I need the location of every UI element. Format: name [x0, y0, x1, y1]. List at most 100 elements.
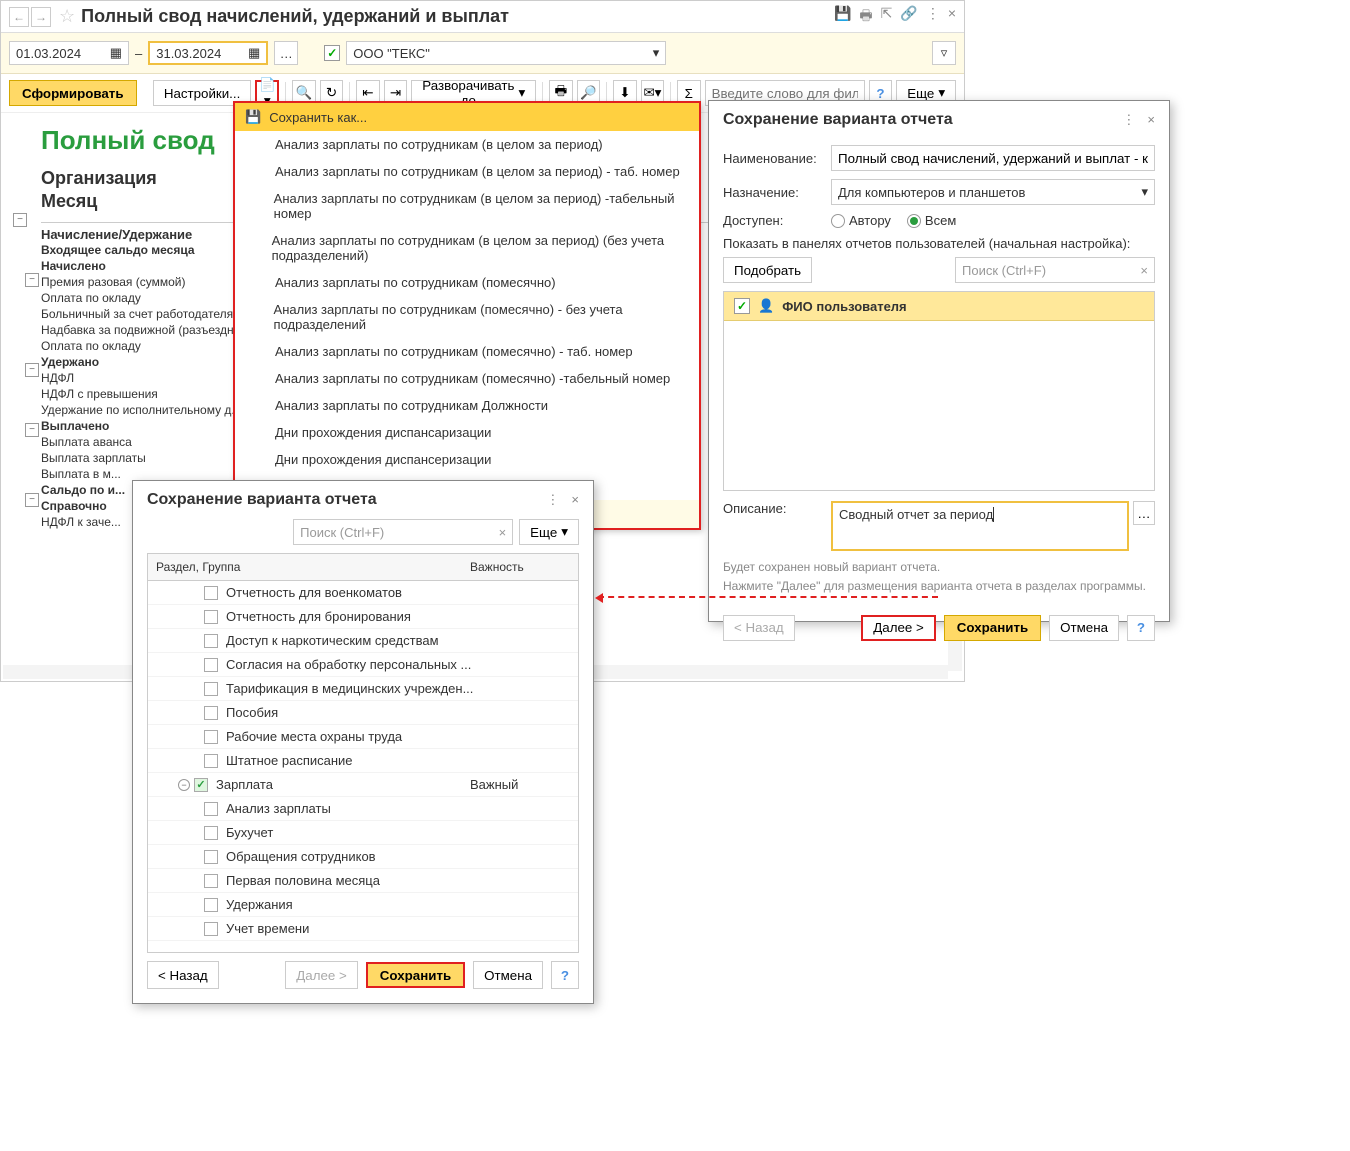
tree-checkbox[interactable] — [204, 826, 218, 840]
close-icon[interactable]: × — [571, 492, 579, 508]
date-from-input[interactable]: 01.03.2024 ▦ — [9, 41, 129, 65]
expand-icon[interactable]: − — [178, 779, 190, 791]
dd-item[interactable]: Анализ зарплаты по сотрудникам (в целом … — [235, 185, 699, 227]
back-button[interactable]: < Назад — [723, 615, 795, 641]
export-icon[interactable]: ⇱ — [881, 5, 893, 29]
dd-item[interactable]: Анализ зарплаты по сотрудникам (в целом … — [235, 227, 699, 269]
tree-checkbox[interactable]: ✓ — [194, 778, 208, 792]
nav-forward-icon[interactable]: → — [31, 7, 51, 27]
tree-checkbox[interactable] — [204, 682, 218, 696]
kebab-menu-icon[interactable]: ⋮ — [926, 5, 940, 29]
more-button[interactable]: Еще ▾ — [519, 519, 579, 545]
tree-row[interactable]: Штатное расписание — [148, 749, 578, 773]
tree-checkbox[interactable] — [204, 754, 218, 768]
dd-item[interactable]: Дни прохождения диспансаризации — [235, 419, 699, 446]
name-input[interactable] — [831, 145, 1155, 171]
save-icon[interactable]: 💾 — [834, 5, 851, 29]
dd-save-as[interactable]: 💾 Сохранить как... — [235, 103, 699, 131]
tree-row-label: Анализ зарплаты — [226, 801, 570, 816]
tree-row[interactable]: Доступ к наркотическим средствам — [148, 629, 578, 653]
tree-row[interactable]: Обращения сотрудников — [148, 845, 578, 869]
dest-select[interactable]: Для компьютеров и планшетов ▾ — [831, 179, 1155, 205]
tree-row[interactable]: −✓ЗарплатаВажный — [148, 773, 578, 797]
section-search-input[interactable]: Поиск (Ctrl+F) × — [293, 519, 513, 545]
print-icon[interactable]: 🖶 — [859, 5, 872, 29]
org-checkbox[interactable]: ✓ — [324, 45, 340, 61]
tree-checkbox[interactable] — [204, 706, 218, 720]
tree-checkbox[interactable] — [204, 802, 218, 816]
back-button[interactable]: < Назад — [147, 961, 219, 989]
tree-row[interactable]: Удержания — [148, 893, 578, 917]
next-button[interactable]: Далее > — [861, 615, 936, 641]
tree-row-label: Тарификация в медицинских учрежден... — [226, 681, 570, 696]
org-select[interactable]: ООО "ТЕКС" ▾ — [346, 41, 666, 65]
tree-collapse-icon[interactable]: − — [25, 273, 39, 287]
chevron-down-icon[interactable]: ▾ — [1141, 184, 1148, 200]
dd-item[interactable]: Анализ зарплаты по сотрудникам (помесячн… — [235, 269, 699, 296]
generate-button[interactable]: Сформировать — [9, 80, 137, 106]
date-to-input[interactable]: 31.03.2024 ▦ — [148, 41, 268, 65]
tree-checkbox[interactable] — [204, 874, 218, 888]
dd-item[interactable]: Анализ зарплаты по сотрудникам (помесячн… — [235, 365, 699, 392]
help-button[interactable]: ? — [1127, 615, 1155, 641]
tree-collapse-icon[interactable]: − — [13, 213, 27, 227]
nav-back-icon[interactable]: ← — [9, 7, 29, 27]
dd-item[interactable]: Дни прохождения диспансеризации — [235, 446, 699, 473]
clear-icon[interactable]: × — [499, 525, 507, 540]
favorite-star-icon[interactable]: ☆ — [59, 6, 75, 27]
cancel-button[interactable]: Отмена — [1049, 615, 1119, 641]
radio-author[interactable]: Автору — [831, 213, 891, 228]
kebab-menu-icon[interactable]: ⋮ — [546, 492, 559, 508]
link-icon[interactable]: 🔗 — [900, 5, 917, 29]
calendar-icon[interactable]: ▦ — [110, 45, 122, 61]
tree-checkbox[interactable] — [204, 730, 218, 744]
user-checkbox[interactable]: ✓ — [734, 298, 750, 314]
user-search-input[interactable]: Поиск (Ctrl+F) — [962, 263, 1046, 278]
help-button[interactable]: ? — [551, 961, 579, 989]
variants-dropdown-menu: 💾 Сохранить как... Анализ зарплаты по со… — [233, 101, 701, 530]
tree-collapse-icon[interactable]: − — [25, 363, 39, 377]
filter-funnel-icon[interactable]: ▿ — [932, 41, 956, 65]
tree-checkbox[interactable] — [204, 898, 218, 912]
dropdown-icon[interactable]: ▾ — [653, 45, 660, 61]
close-icon[interactable]: × — [948, 5, 956, 29]
tree-checkbox[interactable] — [204, 610, 218, 624]
save-button[interactable]: Сохранить — [944, 615, 1041, 641]
tree-checkbox[interactable] — [204, 658, 218, 672]
kebab-menu-icon[interactable]: ⋮ — [1122, 112, 1135, 128]
save-button[interactable]: Сохранить — [366, 962, 465, 988]
close-icon[interactable]: × — [1147, 112, 1155, 128]
dd-item[interactable]: Анализ зарплаты по сотрудникам Должности — [235, 392, 699, 419]
tree-row[interactable]: Тарификация в медицинских учрежден... — [148, 677, 578, 701]
tree-row[interactable]: Отчетность для бронирования — [148, 605, 578, 629]
tree-row[interactable]: Пособия — [148, 701, 578, 725]
tree-row[interactable]: Согласия на обработку персональных ... — [148, 653, 578, 677]
select-users-button[interactable]: Подобрать — [723, 257, 812, 283]
tree-checkbox[interactable] — [204, 586, 218, 600]
dd-item[interactable]: Анализ зарплаты по сотрудникам (в целом … — [235, 131, 699, 158]
dd-item[interactable]: Анализ зарплаты по сотрудникам (помесячн… — [235, 296, 699, 338]
tree-checkbox[interactable] — [204, 922, 218, 936]
expand-description-button[interactable]: … — [1133, 501, 1155, 525]
calendar-icon[interactable]: ▦ — [248, 45, 260, 61]
tree-collapse-icon[interactable]: − — [25, 493, 39, 507]
cancel-button[interactable]: Отмена — [473, 961, 543, 989]
tree-row[interactable]: Первая половина месяца — [148, 869, 578, 893]
radio-all[interactable]: Всем — [907, 213, 956, 228]
dd-item[interactable]: Анализ зарплаты по сотрудникам (помесячн… — [235, 338, 699, 365]
tree-row[interactable]: Отчетность для военкоматов — [148, 581, 578, 605]
tree-row[interactable]: Рабочие места охраны труда — [148, 725, 578, 749]
next-button[interactable]: Далее > — [285, 961, 358, 989]
tree-row[interactable]: Бухучет — [148, 821, 578, 845]
tree-checkbox[interactable] — [204, 850, 218, 864]
period-picker-button[interactable]: … — [274, 41, 298, 65]
importance-value: Важный — [470, 777, 570, 792]
tree-checkbox[interactable] — [204, 634, 218, 648]
save-hint-2: Нажмите "Далее" для размещения варианта … — [723, 578, 1155, 595]
clear-icon[interactable]: × — [1140, 263, 1148, 278]
tree-row[interactable]: Анализ зарплаты — [148, 797, 578, 821]
dd-item[interactable]: Анализ зарплаты по сотрудникам (в целом … — [235, 158, 699, 185]
tree-collapse-icon[interactable]: − — [25, 423, 39, 437]
description-textarea[interactable]: Сводный отчет за период — [831, 501, 1129, 551]
tree-row[interactable]: Учет времени — [148, 917, 578, 941]
